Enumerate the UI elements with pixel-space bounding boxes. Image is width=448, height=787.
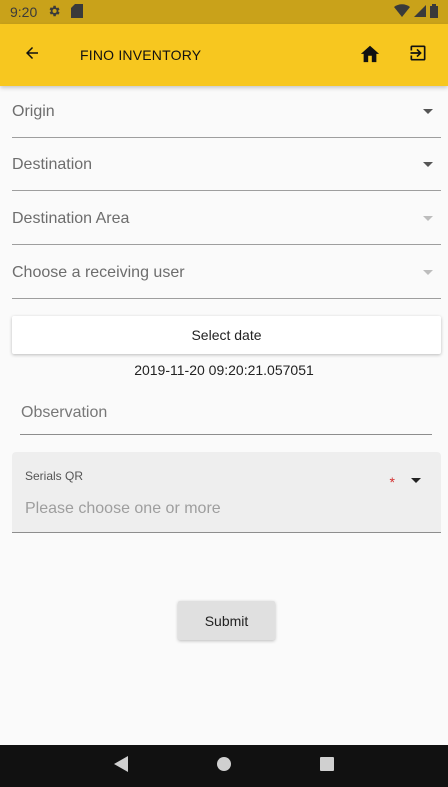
- signal-icon: [414, 4, 426, 20]
- receiving-user-label: Choose a receiving user: [12, 263, 185, 281]
- chevron-down-icon: [423, 162, 433, 167]
- arrow-back-icon: [23, 44, 41, 67]
- origin-label: Origin: [12, 102, 55, 120]
- submit-button[interactable]: Submit: [178, 601, 275, 640]
- serials-label: Serials QR: [25, 469, 84, 483]
- back-button[interactable]: [0, 24, 64, 86]
- destination-area-select[interactable]: Destination Area: [12, 193, 441, 245]
- exit-icon: [408, 43, 428, 68]
- observation-placeholder: Observation: [21, 404, 108, 421]
- destination-area-label: Destination Area: [12, 209, 130, 227]
- status-time: 9:20: [10, 4, 38, 20]
- chevron-down-icon: [423, 216, 433, 221]
- recents-square-icon: [319, 756, 334, 776]
- settings-icon: [47, 4, 61, 21]
- system-nav-bar: [0, 745, 448, 787]
- required-indicator: *: [389, 474, 395, 490]
- sd-card-icon: [71, 3, 84, 21]
- nav-recents-button[interactable]: [307, 746, 347, 786]
- wifi-icon: [394, 4, 410, 20]
- app-bar: FINO INVENTORY: [0, 24, 448, 86]
- observation-input[interactable]: Observation: [20, 392, 432, 435]
- nav-back-button[interactable]: [101, 746, 141, 786]
- battery-icon: [430, 3, 438, 21]
- destination-label: Destination: [12, 155, 93, 173]
- serials-qr-select[interactable]: Serials QR Please choose one or more *: [12, 452, 441, 533]
- origin-select[interactable]: Origin: [12, 86, 441, 138]
- back-triangle-icon: [114, 755, 129, 777]
- serials-placeholder: Please choose one or more: [25, 500, 221, 517]
- chevron-down-icon: [423, 270, 433, 275]
- home-icon: [359, 43, 381, 68]
- status-bar: 9:20: [0, 0, 448, 24]
- chevron-down-icon: [411, 478, 421, 483]
- nav-home-button[interactable]: [204, 746, 244, 786]
- select-date-button[interactable]: Select date: [12, 316, 441, 354]
- logout-button[interactable]: [394, 31, 442, 79]
- chevron-down-icon: [423, 109, 433, 114]
- home-circle-icon: [216, 756, 232, 777]
- receiving-user-select[interactable]: Choose a receiving user: [12, 247, 441, 299]
- destination-select[interactable]: Destination: [12, 139, 441, 191]
- home-button[interactable]: [346, 31, 394, 79]
- selected-date-value: 2019-11-20 09:20:21.057051: [134, 362, 314, 378]
- page-title: FINO INVENTORY: [80, 47, 202, 63]
